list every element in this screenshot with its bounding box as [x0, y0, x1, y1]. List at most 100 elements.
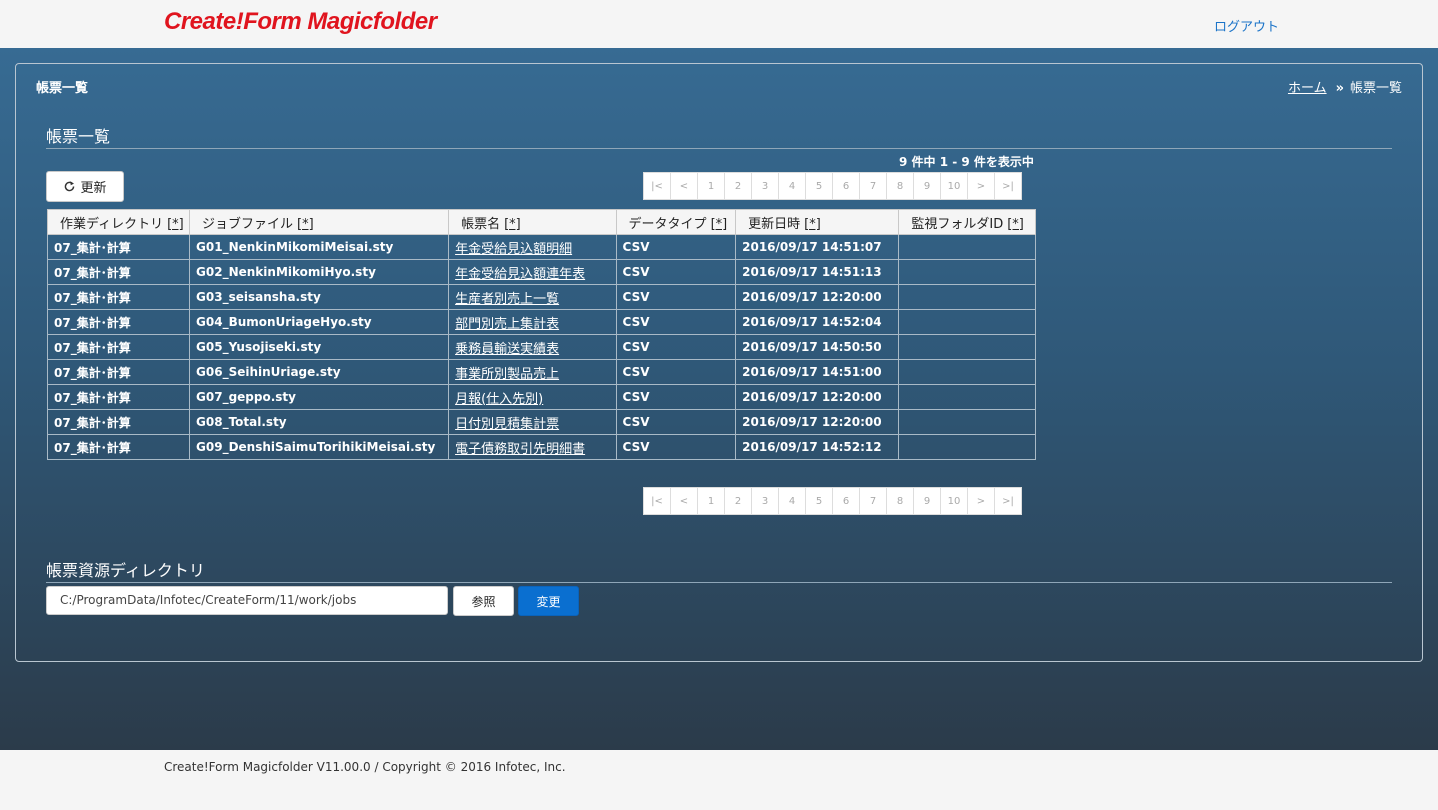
logout-link[interactable]: ログアウト: [1214, 16, 1279, 35]
pager-item[interactable]: 1: [697, 172, 725, 200]
table-row: 07_集計･計算 G04_BumonUriageHyo.sty 部門別売上集計表 CS…: [46, 309, 1036, 335]
table-cell: 07_集計･計算: [46, 259, 191, 285]
pager-item[interactable]: <: [670, 172, 698, 200]
form-name-link[interactable]: 年金受給見込額連年表: [455, 267, 585, 282]
table-cell: 07_集計･計算: [46, 309, 191, 335]
refresh-icon: [65, 181, 75, 192]
form-name-link[interactable]: 日付別見積集計票: [455, 417, 559, 432]
app-logo: Create!Form Magicfolder: [164, 8, 437, 35]
sort-link[interactable]: [*]: [1007, 217, 1024, 232]
table-cell: 2016/09/17 14:51:00: [735, 359, 900, 385]
table-cell: G03_seisansha.sty: [189, 284, 450, 310]
table-cell: 部門別売上集計表: [448, 309, 617, 335]
pager-item[interactable]: 5: [805, 172, 833, 200]
pager-item[interactable]: 2: [724, 487, 752, 515]
top-bar: Create!Form Magicfolder ログアウト: [0, 0, 1438, 48]
table-cell: 07_集計･計算: [46, 409, 191, 435]
table-cell: CSV: [615, 409, 737, 435]
table-cell: 07_集計･計算: [46, 359, 191, 385]
browse-button[interactable]: 参照: [453, 586, 514, 616]
table-cell: CSV: [615, 259, 737, 285]
sort-link[interactable]: [*]: [711, 217, 728, 232]
table-cell: CSV: [615, 359, 737, 385]
form-list-table: 作業ディレクトリ [*] ジョブファイル [*] 帳票名 [*] データタイプ [*] 更新日時…: [46, 209, 1036, 460]
pager-item[interactable]: 3: [751, 487, 779, 515]
pager-item[interactable]: 6: [832, 172, 860, 200]
copyright-text: Create!Form Magicfolder V11.00.0 / Copyr…: [164, 760, 566, 774]
pager-item[interactable]: 4: [778, 487, 806, 515]
pager-item[interactable]: 5: [805, 487, 833, 515]
change-button[interactable]: 変更: [518, 586, 579, 616]
pager-item[interactable]: 10: [940, 172, 968, 200]
resource-directory-input[interactable]: C:/ProgramData/Infotec/CreateForm/11/wor…: [46, 586, 448, 615]
table-cell: [898, 284, 1036, 310]
table-cell: [898, 359, 1036, 385]
pager-item[interactable]: |<: [643, 487, 671, 515]
pager-bottom: |< <1 2 3 4 5 6 7 8 9 10 > >|: [643, 487, 1022, 515]
pager-item[interactable]: <: [670, 487, 698, 515]
table-cell: 乗務員輸送実績表: [448, 334, 617, 360]
column-header-label: データタイプ: [628, 216, 707, 232]
pager-item[interactable]: 7: [859, 487, 887, 515]
breadcrumb: ホーム » 帳票一覧: [1288, 77, 1402, 96]
table-cell: G04_BumonUriageHyo.sty: [189, 309, 450, 335]
table-cell: 2016/09/17 12:20:00: [735, 384, 900, 410]
pager-item[interactable]: 8: [886, 172, 914, 200]
table-cell: G08_Total.sty: [189, 409, 450, 435]
column-header: データタイプ [*]: [615, 209, 737, 235]
table-row: 07_集計･計算 G01_NenkinMikomiMeisai.sty 年金受給見込…: [46, 234, 1036, 260]
column-header: ジョブファイル [*]: [189, 209, 450, 235]
table-cell: CSV: [615, 384, 737, 410]
pager-item[interactable]: 9: [913, 487, 941, 515]
table-cell: CSV: [615, 234, 737, 260]
table-cell: [898, 259, 1036, 285]
table-row: 07_集計･計算 G08_Total.sty 日付別見積集計票 CSV 2016/09/…: [46, 409, 1036, 435]
form-name-link[interactable]: 部門別売上集計表: [455, 317, 559, 332]
pager-item[interactable]: >: [967, 487, 995, 515]
result-count: 9 件中 1 - 9 件を表示中: [899, 155, 1034, 169]
pager-item[interactable]: |<: [643, 172, 671, 200]
pager-item[interactable]: 7: [859, 172, 887, 200]
pager-item[interactable]: 3: [751, 172, 779, 200]
table-cell: G06_SeihinUriage.sty: [189, 359, 450, 385]
table-cell: CSV: [615, 309, 737, 335]
table-row: 07_集計･計算 G06_SeihinUriage.sty 事業所別製品売上 CSV 2…: [46, 359, 1036, 385]
refresh-button[interactable]: 更新: [46, 171, 124, 202]
resource-section-heading: 帳票資源ディレクトリ: [46, 557, 1392, 583]
table-cell: 07_集計･計算: [46, 334, 191, 360]
table-cell: [898, 334, 1036, 360]
table-cell: G01_NenkinMikomiMeisai.sty: [189, 234, 450, 260]
pager-item[interactable]: 10: [940, 487, 968, 515]
table-cell: 日付別見積集計票: [448, 409, 617, 435]
pager-item[interactable]: 2: [724, 172, 752, 200]
table-cell: 07_集計･計算: [46, 434, 191, 460]
table-cell: 2016/09/17 12:20:00: [735, 409, 900, 435]
form-name-link[interactable]: 事業所別製品売上: [455, 367, 559, 382]
form-name-link[interactable]: 生産者別売上一覧: [455, 292, 559, 307]
pager-item[interactable]: >|: [994, 172, 1022, 200]
pager-item[interactable]: 9: [913, 172, 941, 200]
form-name-link[interactable]: 月報(仕入先別): [455, 392, 543, 407]
sort-link[interactable]: [*]: [504, 217, 521, 232]
breadcrumb-home-link[interactable]: ホーム: [1288, 81, 1327, 96]
pager-item[interactable]: 6: [832, 487, 860, 515]
breadcrumb-separator: »: [1335, 81, 1344, 96]
form-name-link[interactable]: 年金受給見込額明細: [455, 242, 572, 257]
sort-link[interactable]: [*]: [804, 217, 821, 232]
form-name-link[interactable]: 電子債務取引先明細書: [455, 442, 585, 457]
table-row: 07_集計･計算 G07_geppo.sty 月報(仕入先別) CSV 2016/09/…: [46, 384, 1036, 410]
form-name-link[interactable]: 乗務員輸送実績表: [455, 342, 559, 357]
table-cell: 07_集計･計算: [46, 234, 191, 260]
pager-item[interactable]: >|: [994, 487, 1022, 515]
pager-item[interactable]: 8: [886, 487, 914, 515]
table-cell: 07_集計･計算: [46, 384, 191, 410]
pager-item[interactable]: 4: [778, 172, 806, 200]
pager-item[interactable]: 1: [697, 487, 725, 515]
breadcrumb-current: 帳票一覧: [1349, 81, 1402, 96]
column-header-label: 監視フォルダID: [911, 216, 1004, 232]
sort-link[interactable]: [*]: [297, 217, 314, 232]
column-header-label: ジョブファイル: [202, 216, 294, 232]
sort-link[interactable]: [*]: [167, 217, 184, 232]
main-area: 帳票一覧 ホーム » 帳票一覧 帳票一覧 9 件中 1 - 9 件を表示中 更新 |…: [0, 48, 1438, 750]
pager-item[interactable]: >: [967, 172, 995, 200]
